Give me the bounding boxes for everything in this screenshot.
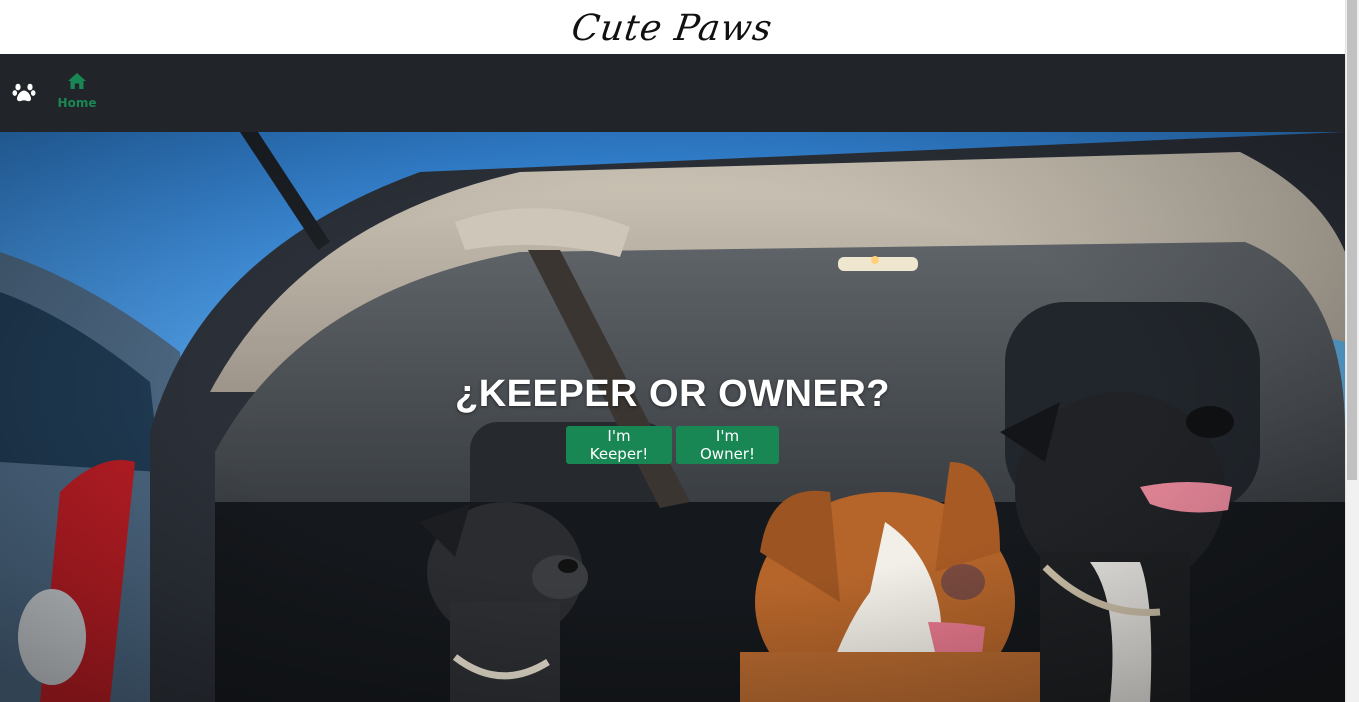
hero-button-group: I'm Keeper! I'm Owner! — [566, 426, 779, 464]
vertical-scrollbar-thumb[interactable] — [1347, 0, 1357, 480]
site-logo: Cute Paws — [569, 7, 776, 49]
hero-section: ¿KEEPER OR OWNER? I'm Keeper! I'm Owner! — [0, 132, 1345, 702]
hero-title: ¿KEEPER OR OWNER? — [455, 373, 890, 415]
paw-icon[interactable] — [12, 80, 36, 104]
logo-bar: Cute Paws — [0, 0, 1345, 54]
nav-item-home[interactable]: Home — [56, 72, 98, 116]
home-icon — [68, 73, 86, 89]
keeper-button[interactable]: I'm Keeper! — [566, 426, 672, 464]
navbar: Home — [0, 54, 1345, 132]
hero-background-image — [0, 132, 1345, 702]
owner-button[interactable]: I'm Owner! — [676, 426, 779, 464]
nav-item-label: Home — [57, 96, 97, 110]
